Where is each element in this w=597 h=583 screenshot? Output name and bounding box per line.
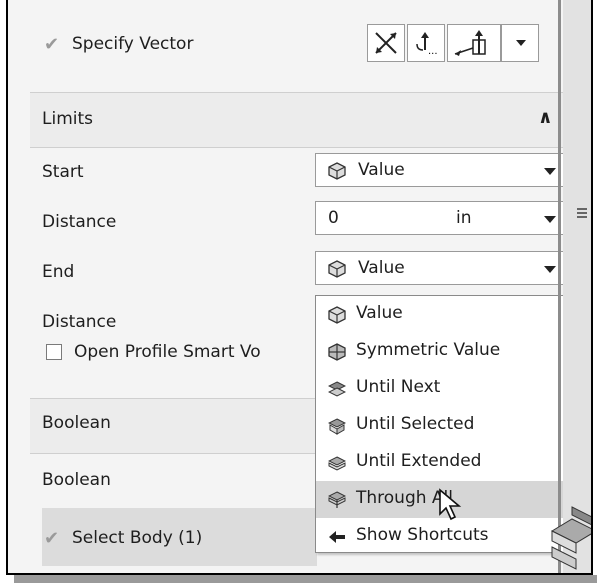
menu-item-show-shortcuts[interactable]: Show Shortcuts xyxy=(316,518,570,555)
collapse-icon[interactable]: ∧ xyxy=(538,107,553,128)
select-body-label: Select Body (1) xyxy=(72,528,203,548)
distance-label: Distance xyxy=(42,212,117,232)
start-select[interactable]: Value xyxy=(315,153,571,187)
end-label: End xyxy=(42,262,75,282)
limits-header-label: Limits xyxy=(42,109,93,129)
vertical-scrollbar[interactable] xyxy=(563,0,591,573)
open-profile-checkbox[interactable] xyxy=(46,344,62,360)
end-distance-label: Distance xyxy=(42,312,117,332)
menu-item-label: Until Extended xyxy=(356,451,482,471)
mouse-cursor-icon xyxy=(439,488,462,521)
select-body-row[interactable]: ✔ Select Body (1) xyxy=(42,508,317,566)
dialog-frame: ✔ Specify Vector ... Limits ∧ Start Valu… xyxy=(6,0,593,575)
limits-section-header[interactable]: Limits ∧ xyxy=(30,92,564,148)
chevron-down-icon xyxy=(516,40,526,46)
value-icon xyxy=(328,162,346,180)
until-extended-icon xyxy=(328,456,346,471)
check-icon: ✔ xyxy=(44,528,60,549)
vector-inference-icon xyxy=(454,30,486,56)
vector-options-dropdown[interactable] xyxy=(501,24,539,62)
chevron-down-icon xyxy=(544,266,556,273)
specify-vector-row: ✔ Specify Vector ... xyxy=(30,0,564,92)
until-next-icon xyxy=(328,381,346,397)
boolean-header-label: Boolean xyxy=(42,413,111,433)
resize-grip-icon[interactable] xyxy=(577,208,587,220)
chevron-down-icon xyxy=(544,168,556,175)
check-icon: ✔ xyxy=(44,34,60,55)
vector-tools: ... xyxy=(367,24,553,70)
menu-item-label: Value xyxy=(356,303,403,323)
distance-unit: in xyxy=(456,208,472,228)
menu-item-label: Symmetric Value xyxy=(356,340,501,360)
value-icon xyxy=(328,306,346,324)
end-select[interactable]: Value xyxy=(315,251,571,285)
specify-vector-label: Specify Vector xyxy=(72,34,194,54)
vector-dialog-icon: ... xyxy=(416,32,438,56)
menu-item-label: Until Selected xyxy=(356,414,475,434)
panel-divider xyxy=(558,0,561,573)
distance-value: 0 xyxy=(328,208,339,228)
menu-item-symmetric-value[interactable]: Symmetric Value xyxy=(316,333,570,370)
menu-item-label: Until Next xyxy=(356,377,441,397)
open-profile-label: Open Profile Smart Vo xyxy=(74,342,261,362)
menu-item-value[interactable]: Value xyxy=(316,296,570,333)
through-all-icon xyxy=(328,491,346,508)
svg-text:...: ... xyxy=(428,46,438,56)
start-label: Start xyxy=(42,162,84,182)
vector-dialog-button[interactable]: ... xyxy=(407,24,445,62)
menu-item-until-extended[interactable]: Until Extended xyxy=(316,444,570,481)
menu-item-label: Show Shortcuts xyxy=(356,525,489,545)
menu-item-until-next[interactable]: Until Next xyxy=(316,370,570,407)
reverse-direction-icon xyxy=(375,32,397,54)
window-bottom-shadow xyxy=(14,575,597,583)
start-distance-input[interactable]: 0 in xyxy=(315,201,571,235)
extrude-panel: ✔ Specify Vector ... Limits ∧ Start Valu… xyxy=(30,0,571,573)
boolean-label: Boolean xyxy=(42,470,111,490)
vector-inference-button[interactable] xyxy=(447,24,501,62)
body-stack-icon xyxy=(550,506,591,570)
until-selected-icon xyxy=(328,418,346,435)
menu-item-until-selected[interactable]: Until Selected xyxy=(316,407,570,444)
show-shortcuts-icon xyxy=(329,531,345,543)
start-select-value: Value xyxy=(358,160,405,180)
value-icon xyxy=(328,260,346,278)
chevron-down-icon xyxy=(544,216,556,223)
reverse-direction-button[interactable] xyxy=(367,24,405,62)
symmetric-value-icon xyxy=(328,343,346,361)
end-select-value: Value xyxy=(358,258,405,278)
